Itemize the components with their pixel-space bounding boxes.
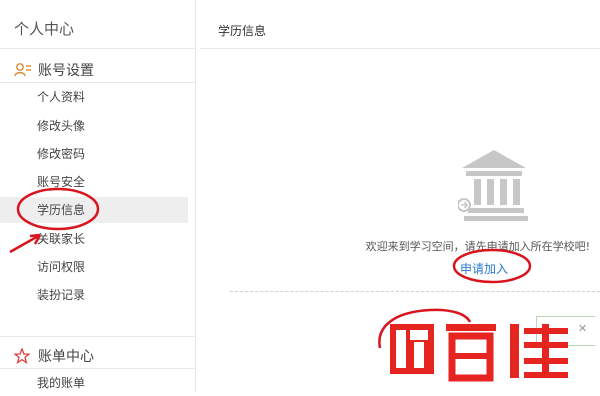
group-label: 账单中心 — [38, 349, 94, 365]
brand-logo — [388, 318, 576, 392]
group-account-settings[interactable]: 账号设置 — [14, 60, 94, 80]
divider — [0, 82, 195, 83]
group-billing[interactable]: 账单中心 — [13, 346, 94, 366]
sidebar-item-dress-record[interactable]: 装扮记录 — [0, 282, 188, 308]
page-title: 学历信息 — [218, 24, 267, 38]
sidebar-item-profile[interactable]: 个人资料 — [0, 84, 188, 110]
apply-join-link[interactable]: 申请加入 — [460, 260, 508, 277]
sidebar-item-password[interactable]: 修改密码 — [0, 141, 188, 167]
bank-building-icon — [457, 146, 538, 230]
welcome-message: 欢迎来到学习空间，请先申请加入所在学校吧! — [365, 240, 590, 253]
user-card-icon — [14, 62, 32, 78]
sidebar: 个人中心 账号设置 个人资料 修改头像 修改密码 账号安全 学历信息 关联家长 … — [0, 0, 196, 392]
divider — [0, 48, 195, 49]
sidebar-item-access[interactable]: 访问权限 — [0, 254, 188, 280]
sidebar-title: 个人中心 — [14, 20, 75, 38]
star-icon — [13, 347, 32, 365]
close-icon[interactable]: ✕ — [578, 322, 587, 335]
sidebar-item-education[interactable]: 学历信息 — [0, 197, 188, 223]
divider — [200, 48, 600, 49]
group-label: 账号设置 — [38, 63, 94, 79]
sidebar-item-avatar[interactable]: 修改头像 — [0, 113, 188, 139]
divider — [0, 336, 195, 337]
divider — [0, 368, 195, 369]
sidebar-item-security[interactable]: 账号安全 — [0, 169, 188, 195]
sidebar-item-my-bill[interactable]: 我的账单 — [0, 370, 188, 396]
divider — [230, 291, 600, 292]
sidebar-item-linked-parent[interactable]: 关联家长 — [0, 226, 188, 252]
